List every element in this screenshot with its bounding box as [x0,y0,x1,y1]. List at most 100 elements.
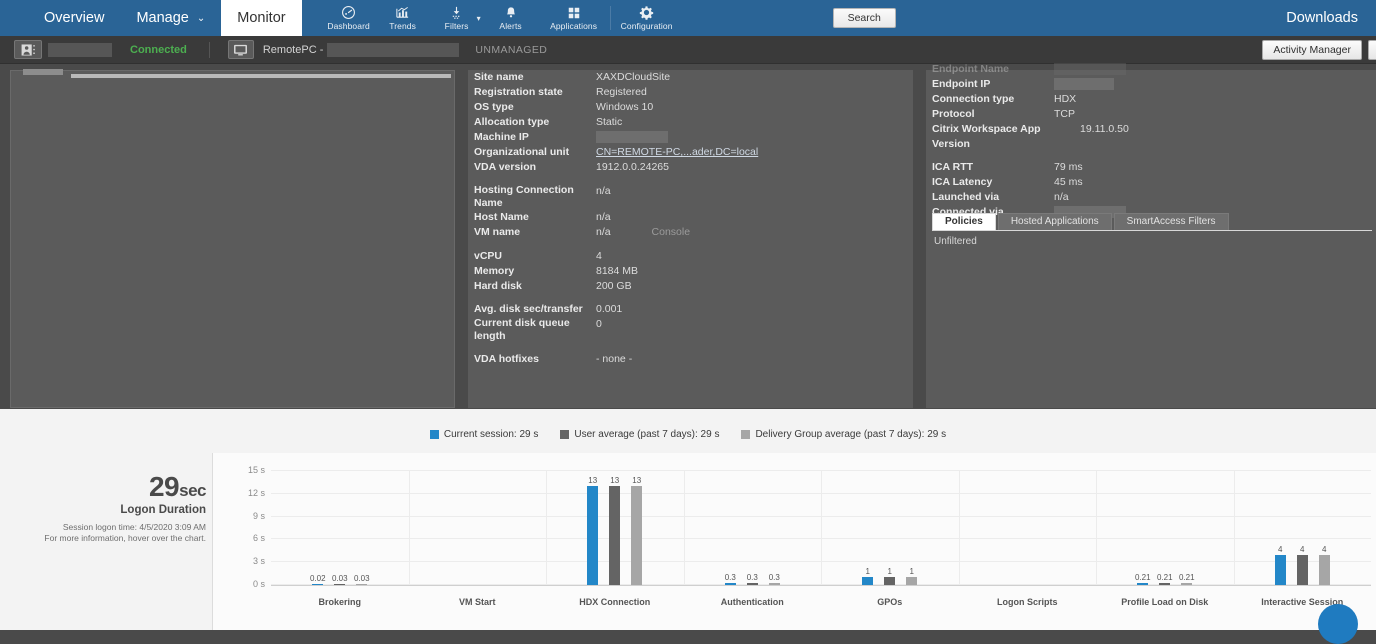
detail-key: Allocation type [474,115,596,130]
chart-bar[interactable]: 1 [884,577,895,585]
chart-bar[interactable]: 0.21 [1137,583,1148,585]
toolbar-item-dashboard[interactable]: Dashboard [322,0,376,36]
chart-category-group: VM Start [409,471,547,585]
detail-key: Endpoint Name [932,62,1054,77]
detail-value: HDX [1054,92,1372,107]
user-card-icon[interactable] [14,40,42,59]
help-button[interactable] [1318,604,1358,644]
chart-bar-value-label: 0.21 [1157,573,1173,582]
chart-bar[interactable]: 4 [1319,555,1330,585]
chart-bar-value-label: 0.3 [769,573,780,582]
chart-bar[interactable]: 13 [609,486,620,585]
detail-value: XAXDCloudSite [596,70,909,85]
nav-tab-monitor[interactable]: Monitor [221,0,301,36]
detail-key: Site name [474,70,596,85]
toolbar-item-trends[interactable]: Trends [376,0,430,36]
legend-item-delivery-group-average[interactable]: Delivery Group average (past 7 days): 29… [741,429,946,440]
detail-value: n/a Console [596,225,909,240]
tab-smartaccess-filters[interactable]: SmartAccess Filters [1114,213,1229,230]
chart-bar[interactable]: 0.21 [1181,583,1192,585]
chart-bar[interactable]: 0.03 [334,584,345,585]
chart-plot-area[interactable]: 0 s3 s6 s9 s12 s15 s0.020.030.03Brokerin… [271,471,1371,586]
detail-value: 0.001 [596,302,909,317]
chart-bar[interactable]: 13 [587,486,598,585]
downloads-link[interactable]: Downloads [1286,10,1376,26]
chart-bar[interactable]: 0.02 [312,584,323,585]
logon-duration-kpi: 29sec Logon Duration Session logon time:… [0,471,212,544]
chart-bar[interactable]: 4 [1297,555,1308,585]
detail-row: Protocol TCP [932,107,1372,122]
detail-row: Endpoint Name [932,62,1372,77]
detail-value: 200 GB [596,279,909,294]
toolbar-item-alerts[interactable]: Alerts [484,0,538,36]
chart-bar[interactable]: 0.3 [747,583,758,585]
activity-manager-button[interactable]: Activity Manager [1262,40,1362,60]
legend-swatch-icon [741,430,750,439]
detail-key: Protocol [932,107,1054,122]
chart-bar-value-label: 0.03 [332,574,348,583]
monitor-screen-icon[interactable] [228,40,254,59]
trends-chart-icon [395,5,410,20]
console-link[interactable]: Console [652,226,691,238]
chevron-down-icon: ⌄ [197,13,205,24]
detail-value: TCP [1054,107,1372,122]
toolbar-item-filters[interactable]: ▾ Filters [430,0,484,36]
chart-bar[interactable]: 0.03 [356,584,367,585]
configuration-gear-icon [639,5,654,20]
chart-category-group: Logon Scripts [959,471,1097,585]
machine-ip-redacted [596,131,668,143]
organizational-unit-link[interactable]: CN=REMOTE-PC,...ader,DC=local [596,146,758,158]
detail-key: Registration state [474,85,596,100]
tab-policies[interactable]: Policies [932,213,996,230]
legend-item-current-session[interactable]: Current session: 29 s [430,429,539,440]
toolbar-item-configuration-label: Configuration [621,21,673,31]
x-axis-category-label: Logon Scripts [959,597,1097,607]
chart-category-group: 131313HDX Connection [546,471,684,585]
detail-value: 19.11.0.50 [1080,122,1372,151]
detail-key: Hosting Connection Name [474,184,596,210]
detail-key: Connection type [932,92,1054,107]
detail-row: VDA hotfixes - none - [474,352,909,367]
panel-tab-stub[interactable] [23,69,63,75]
detail-value: n/a [596,184,909,210]
connection-tabs: Policies Hosted Applications SmartAccess… [932,214,1372,231]
panel-scroll-stub [71,74,451,78]
detail-row: Connection type HDX [932,92,1372,107]
chart-bar-value-label: 0.3 [725,573,736,582]
chart-bar[interactable]: 1 [906,577,917,585]
chart-bar[interactable]: 1 [862,577,873,585]
detail-value: 8184 MB [596,264,909,279]
machine-details-list: Site name XAXDCloudSite Registration sta… [474,70,909,367]
chart-bar[interactable]: 0.21 [1159,583,1170,585]
overflow-button-partial[interactable] [1368,40,1376,60]
detail-row: Host Name n/a [474,210,909,225]
chart-bar-group: 1 1 1 [821,471,959,585]
chart-bar[interactable]: 4 [1275,555,1286,585]
detail-row: Launched via n/a [932,190,1372,205]
y-axis-tick-label: 3 s [253,556,265,566]
legend-item-user-average[interactable]: User average (past 7 days): 29 s [560,429,719,440]
logon-duration-title: Logon Duration [0,504,206,516]
detail-row: ICA Latency 45 ms [932,175,1372,190]
tab-hosted-applications[interactable]: Hosted Applications [998,213,1112,230]
nav-tab-monitor-label: Monitor [237,10,285,26]
nav-tab-manage[interactable]: Manage ⌄ [120,0,221,36]
chart-bar[interactable]: 0.3 [725,583,736,585]
logon-duration-unit: sec [179,481,206,500]
toolbar-item-dashboard-label: Dashboard [327,21,369,31]
chart-bar[interactable]: 0.3 [769,583,780,585]
session-bar-divider [209,42,210,58]
logon-duration-chart: 0 s3 s6 s9 s12 s15 s0.020.030.03Brokerin… [212,453,1376,630]
detail-key: Citrix Workspace App Version [932,122,1080,151]
detail-row: VM name n/a Console [474,225,909,240]
session-logon-time: Session logon time: 4/5/2020 3:09 AM [0,522,206,533]
toolbar-item-configuration[interactable]: Configuration [611,0,683,36]
chart-legend: Current session: 29 s User average (past… [0,429,1376,440]
chart-bar[interactable]: 13 [631,486,642,585]
nav-tab-overview[interactable]: Overview [28,0,120,36]
chart-bar-group: 0.3 0.3 0.3 [684,471,822,585]
toolbar-item-applications[interactable]: Applications [538,0,610,36]
detail-value: 4 [596,249,909,264]
search-button[interactable]: Search [833,8,896,28]
y-axis-tick-label: 0 s [253,579,265,589]
